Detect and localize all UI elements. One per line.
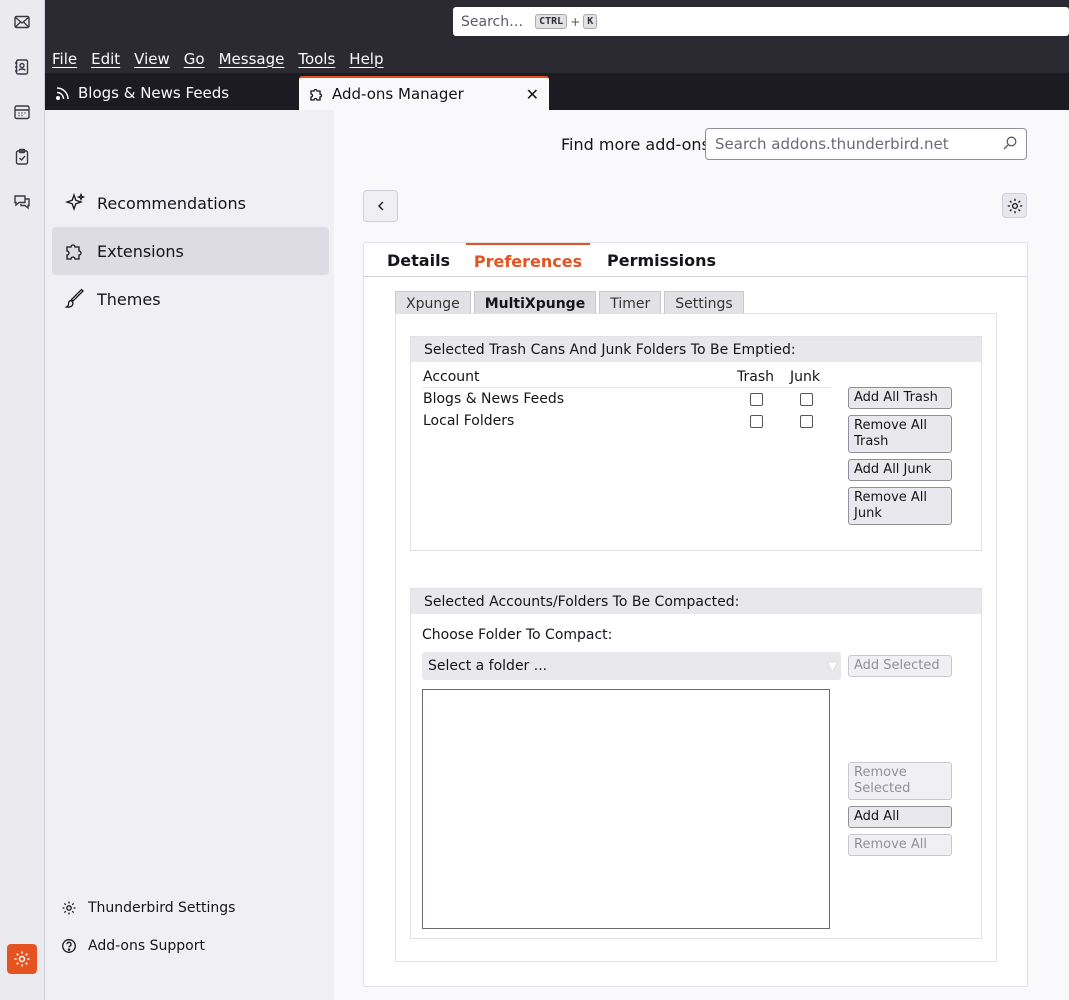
spaces-toolbar xyxy=(0,0,45,1000)
global-search-bar[interactable]: Search… CTRL + K xyxy=(453,7,1069,36)
shortcut-key-ctrl: CTRL xyxy=(535,14,568,29)
remove-all-junk-button[interactable]: Remove All Junk xyxy=(848,487,952,525)
help-icon xyxy=(62,939,76,953)
menu-file[interactable]: File xyxy=(52,50,77,68)
sparkle-icon xyxy=(65,192,86,211)
prefs-tab-timer[interactable]: Timer xyxy=(599,291,662,315)
footer-label: Thunderbird Settings xyxy=(88,900,236,916)
tasks-icon[interactable] xyxy=(8,143,36,171)
junk-checkbox[interactable] xyxy=(800,415,813,428)
account-row-label: Blogs & News Feeds xyxy=(423,391,565,407)
gear-icon xyxy=(62,901,76,915)
shortcut-key-k: K xyxy=(583,14,598,29)
addon-detail-view: Find more add-ons Details Preferences Pe… xyxy=(334,110,1069,1000)
folder-select[interactable]: Select a folder ... ▼ xyxy=(422,652,841,680)
title-bar: Search… CTRL + K xyxy=(45,0,1069,44)
prefs-tab-strip: Xpunge MultiXpunge Timer Settings xyxy=(395,291,747,315)
addons-sidebar: Recommendations Extensions Themes Thunde… xyxy=(45,110,334,1000)
menu-go[interactable]: Go xyxy=(184,50,205,68)
add-all-button[interactable]: Add All xyxy=(848,806,952,828)
menu-help[interactable]: Help xyxy=(349,50,383,68)
group-title: Selected Trash Cans And Junk Folders To … xyxy=(411,337,981,362)
puzzle-icon xyxy=(66,244,82,260)
gear-icon xyxy=(1007,198,1022,213)
settings-icon[interactable] xyxy=(7,944,37,974)
tab-details[interactable]: Details xyxy=(387,243,450,277)
menu-edit[interactable]: Edit xyxy=(91,50,120,68)
prefs-tab-xpunge[interactable]: Xpunge xyxy=(395,291,471,315)
addons-search-input[interactable] xyxy=(705,128,1027,160)
header-divider xyxy=(423,387,831,388)
thunderbird-settings-link[interactable]: Thunderbird Settings xyxy=(61,900,235,916)
rss-icon xyxy=(55,87,69,101)
menu-tools[interactable]: Tools xyxy=(298,50,335,68)
calendar-icon[interactable] xyxy=(8,98,36,126)
shortcut-plus: + xyxy=(570,14,581,29)
address-book-icon[interactable] xyxy=(8,53,36,81)
menu-bar: File Edit View Go Message Tools Help xyxy=(45,44,1069,73)
folder-select-value: Select a folder ... xyxy=(428,658,548,674)
category-extensions[interactable]: Extensions xyxy=(52,227,329,275)
compact-group: Selected Accounts/Folders To Be Compacte… xyxy=(410,588,982,939)
column-trash: Trash xyxy=(737,369,774,385)
account-row-label: Local Folders xyxy=(423,413,515,429)
tools-menu-button[interactable] xyxy=(1002,193,1027,218)
add-selected-button[interactable]: Add Selected xyxy=(848,655,952,677)
find-more-label: Find more add-ons xyxy=(561,135,710,154)
junk-checkbox[interactable] xyxy=(800,393,813,406)
remove-selected-button[interactable]: Remove Selected xyxy=(848,762,952,800)
details-tab-strip: Details Preferences Permissions xyxy=(364,243,1027,277)
category-themes[interactable]: Themes xyxy=(52,275,329,323)
tab-permissions[interactable]: Permissions xyxy=(607,243,716,277)
tab-addons-manager[interactable]: Add-ons Manager ✕ xyxy=(299,76,549,110)
prefs-tab-settings[interactable]: Settings xyxy=(664,291,744,315)
tab-label: Add-ons Manager xyxy=(332,85,464,103)
trash-junk-group: Selected Trash Cans And Junk Folders To … xyxy=(410,336,982,551)
search-icon xyxy=(1003,136,1017,150)
category-label: Themes xyxy=(97,289,161,309)
close-tab-icon[interactable]: ✕ xyxy=(526,85,539,104)
search-placeholder: Search… xyxy=(461,13,524,30)
folders-listbox[interactable] xyxy=(422,689,830,929)
prefs-tab-multixpunge[interactable]: MultiXpunge xyxy=(473,291,597,315)
add-all-junk-button[interactable]: Add All Junk xyxy=(848,459,952,481)
column-junk: Junk xyxy=(790,369,820,385)
addons-support-link[interactable]: Add-ons Support xyxy=(61,938,205,954)
add-all-trash-button[interactable]: Add All Trash xyxy=(848,387,952,409)
tab-preferences[interactable]: Preferences xyxy=(466,243,590,277)
menu-view[interactable]: View xyxy=(134,50,170,68)
footer-label: Add-ons Support xyxy=(88,938,205,954)
paintbrush-icon xyxy=(64,288,84,308)
group-title: Selected Accounts/Folders To Be Compacte… xyxy=(411,589,981,614)
category-label: Extensions xyxy=(97,241,184,261)
menu-message[interactable]: Message xyxy=(219,50,285,68)
remove-all-trash-button[interactable]: Remove All Trash xyxy=(848,415,952,453)
trash-checkbox[interactable] xyxy=(750,393,763,406)
chevron-left-icon xyxy=(377,201,383,211)
addon-card: Details Preferences Permissions Xpunge M… xyxy=(363,242,1028,987)
tab-label: Blogs & News Feeds xyxy=(78,84,230,102)
choose-folder-label: Choose Folder To Compact: xyxy=(422,627,613,643)
trash-checkbox[interactable] xyxy=(750,415,763,428)
puzzle-icon xyxy=(310,88,323,101)
tab-blogs-news-feeds[interactable]: Blogs & News Feeds xyxy=(45,76,295,110)
category-recommendations[interactable]: Recommendations xyxy=(52,179,329,227)
dropdown-arrow-icon: ▼ xyxy=(827,659,837,673)
mail-icon[interactable] xyxy=(8,8,36,36)
category-label: Recommendations xyxy=(97,193,246,213)
chat-icon[interactable] xyxy=(8,187,36,215)
remove-all-button[interactable]: Remove All xyxy=(848,834,952,856)
prefs-panel: Selected Trash Cans And Junk Folders To … xyxy=(395,313,997,962)
column-account: Account xyxy=(423,369,480,385)
tab-bar: Blogs & News Feeds Add-ons Manager ✕ xyxy=(45,73,1069,110)
back-button[interactable] xyxy=(363,190,398,222)
